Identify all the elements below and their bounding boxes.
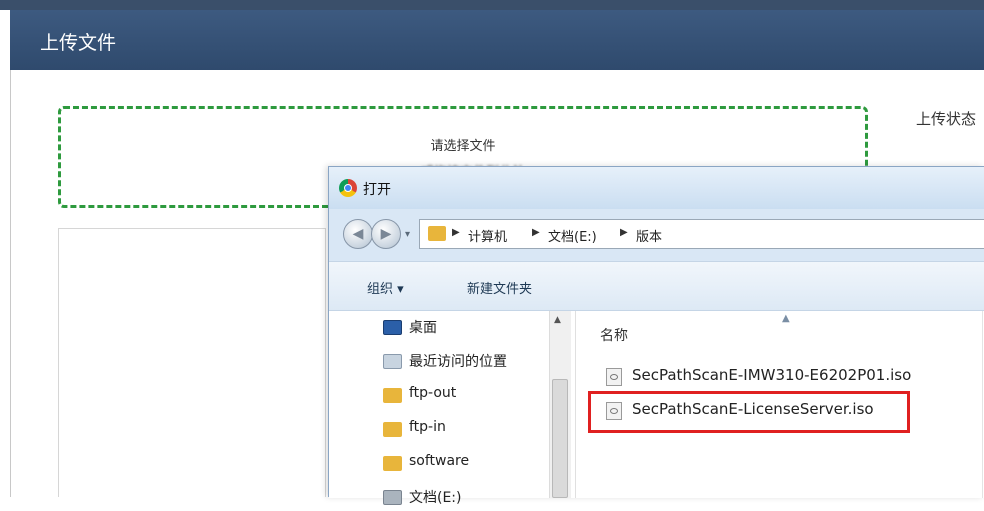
upload-modal-header: 上传文件 <box>10 10 984 70</box>
breadcrumb-drive[interactable]: 文档(E:) <box>548 226 597 245</box>
browser-top-strip <box>0 0 984 10</box>
upload-file-list <box>58 228 326 497</box>
folder-icon <box>383 456 402 471</box>
file-highlight-box <box>588 391 910 433</box>
chrome-icon <box>339 179 357 197</box>
chevron-right-icon[interactable]: ▶ <box>620 227 628 238</box>
history-dropdown-icon[interactable]: ▾ <box>405 229 410 240</box>
chevron-right-icon[interactable]: ▶ <box>532 227 540 238</box>
back-button[interactable]: ◀ <box>343 219 373 249</box>
scroll-up-icon[interactable]: ▲ <box>554 315 561 325</box>
dialog-navbar: ◀ ▶ ▾ ▶ 计算机 ▶ 文档(E:) ▶ 版本 <box>329 209 984 261</box>
dialog-title: 打开 <box>363 182 391 198</box>
select-file-text[interactable]: 请选择文件 <box>61 135 865 154</box>
file-name: SecPathScanE-IMW310-E6202P01.iso <box>632 366 912 384</box>
scrollbar-thumb[interactable] <box>552 379 568 498</box>
folder-icon <box>383 388 402 403</box>
forward-button[interactable]: ▶ <box>371 219 401 249</box>
column-header-name[interactable]: 名称 <box>600 325 628 345</box>
breadcrumb-computer[interactable]: 计算机 <box>468 226 507 245</box>
drive-icon <box>383 490 402 505</box>
folder-icon <box>428 226 446 241</box>
open-file-dialog: 打开 ◀ ▶ ▾ ▶ 计算机 ▶ 文档(E:) ▶ 版本 组织 ▾ 新建文件夹 … <box>328 166 984 506</box>
recent-places-icon <box>383 354 402 369</box>
folder-icon <box>383 422 402 437</box>
upload-modal-title: 上传文件 <box>40 32 117 54</box>
nav-item-label: 最近访问的位置 <box>409 354 507 370</box>
organize-button[interactable]: 组织 ▾ <box>367 278 404 297</box>
chevron-right-icon[interactable]: ▶ <box>452 227 460 238</box>
breadcrumb-version[interactable]: 版本 <box>636 226 662 245</box>
iso-file-icon <box>606 368 622 386</box>
sort-ascending-icon: ▲ <box>782 313 790 324</box>
nav-item-label: ftp-in <box>409 419 446 435</box>
nav-pane-scrollbar[interactable]: ▲ <box>549 311 571 498</box>
nav-item-label: 文档(E:) <box>409 490 462 506</box>
column-divider <box>982 311 983 498</box>
address-bar[interactable]: ▶ 计算机 ▶ 文档(E:) ▶ 版本 <box>419 219 984 249</box>
new-folder-button[interactable]: 新建文件夹 <box>467 278 532 297</box>
nav-item-label: 桌面 <box>409 320 437 336</box>
dialog-titlebar[interactable]: 打开 <box>329 167 984 209</box>
navigation-pane: 桌面 最近访问的位置 ftp-out ftp-in software 文档(E:… <box>329 311 575 506</box>
nav-item-label: software <box>409 453 470 469</box>
desktop-icon <box>383 320 402 335</box>
upload-status-label: 上传状态 <box>916 110 977 128</box>
dialog-toolbar: 组织 ▾ 新建文件夹 <box>329 261 984 311</box>
nav-item-label: ftp-out <box>409 385 457 401</box>
